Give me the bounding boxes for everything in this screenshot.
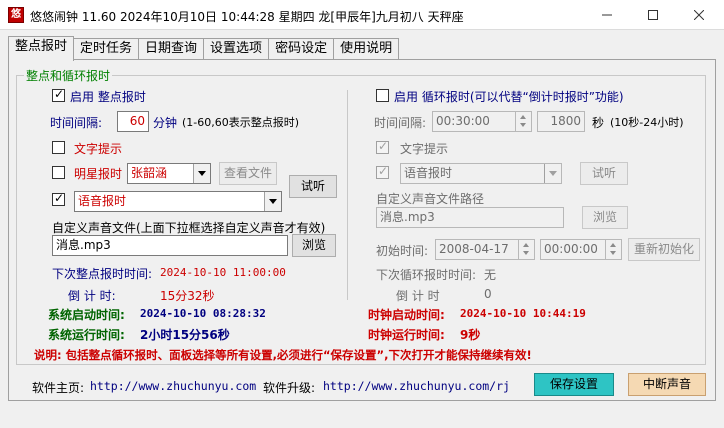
stop-sound-button[interactable]: 中断声音 (628, 373, 706, 396)
spin-arrows-icon[interactable] (605, 240, 621, 259)
star-chime-checkbox[interactable] (52, 166, 65, 179)
voice-select[interactable]: 语音报时 (74, 191, 282, 212)
interval-minutes-input[interactable]: 60 (117, 111, 149, 132)
enable-hourly-checkbox[interactable]: ✓ (52, 87, 65, 102)
chevron-down-icon[interactable] (193, 164, 210, 183)
star-select[interactable]: 张韶涵 (127, 163, 211, 184)
loop-voice-select-value: 语音报时 (404, 166, 453, 180)
star-chime-label: 明星报时 (74, 167, 123, 181)
loop-try-listen-button[interactable]: 试听 (580, 162, 628, 185)
interval-hint: (1-60,60表示整点报时) (182, 116, 300, 129)
star-select-value: 张韶涵 (131, 166, 168, 180)
home-page-link[interactable]: http://www.zhuchunyu.com (90, 379, 256, 393)
custom-path-input[interactable]: 消息.mp3 (376, 207, 564, 228)
text-tip-checkbox[interactable] (52, 141, 65, 154)
loop-browse-button[interactable]: 浏览 (582, 206, 628, 229)
checkmark-icon: ✓ (54, 87, 65, 101)
seconds-unit: 秒 (592, 116, 605, 130)
tab-date-query[interactable]: 日期查询 (138, 38, 205, 60)
tab-settings[interactable]: 设置选项 (203, 38, 270, 60)
title-bar: 悠 悠悠闹钟 11.60 2024年10月10日 10:44:28 星期四 龙[… (0, 0, 724, 30)
clock-run-label: 时钟运行时间: (368, 328, 445, 342)
tab-hourly-chime[interactable]: 整点报时 (8, 36, 75, 61)
init-date-value: 2008-04-17 (439, 242, 509, 256)
loop-voice-select[interactable]: 语音报时 (400, 163, 562, 184)
loop-countdown-value: 0 (484, 287, 492, 301)
loop-interval-time-input[interactable]: 00:30:00 (432, 111, 532, 132)
save-note: 说明: 包括整点循环报时、面板选择等所有设置,必须进行“保存设置”,下次打开才能… (34, 348, 532, 362)
enable-loop-label: 启用 循环报时(可以代替“倒计时报时”功能) (394, 90, 624, 104)
next-loop-value: 无 (484, 268, 497, 282)
system-start-value: 2024-10-10 08:28:32 (140, 307, 266, 320)
maximize-icon (648, 10, 658, 20)
save-settings-button[interactable]: 保存设置 (534, 373, 614, 396)
next-loop-label: 下次循环报时时间: (376, 268, 477, 282)
system-start-label: 系统启动时间: (48, 308, 125, 322)
interval-unit: 分钟 (153, 116, 178, 130)
window-title: 悠悠闹钟 11.60 2024年10月10日 10:44:28 星期四 龙[甲辰… (30, 10, 464, 24)
next-hourly-value: 2024-10-10 11:00:00 (160, 266, 286, 279)
loop-interval-label: 时间间隔: (374, 116, 427, 130)
loop-interval-time-value: 00:30:00 (436, 114, 490, 128)
tab-instructions[interactable]: 使用说明 (333, 38, 400, 60)
custom-file-input[interactable]: 消息.mp3 (52, 235, 288, 256)
enable-hourly-label: 启用 整点报时 (70, 90, 146, 104)
init-time-label: 初始时间: (376, 244, 429, 258)
custom-path-label: 自定义声音文件路径 (376, 192, 485, 206)
init-time-value: 00:00:00 (544, 242, 598, 256)
tab-strip: 整点报时 定时任务 日期查询 设置选项 密码设定 使用说明 (8, 36, 400, 61)
tab-password[interactable]: 密码设定 (268, 38, 335, 60)
countdown-label: 倒 计 时: (68, 289, 116, 303)
browse-button[interactable]: 浏览 (292, 234, 336, 257)
loop-voice-checkbox[interactable]: ✓ (376, 164, 389, 179)
spin-arrows-icon[interactable] (518, 240, 534, 259)
home-page-label: 软件主页: (32, 381, 85, 395)
voice-select-value: 语音报时 (78, 194, 127, 208)
app-clock-icon: 悠 (8, 7, 24, 23)
maximize-button[interactable] (630, 0, 676, 30)
loop-countdown-label: 倒 计 时 (396, 289, 440, 303)
group-title: 整点和循环报时 (24, 67, 113, 84)
next-hourly-label: 下次整点报时时间: (52, 267, 153, 281)
view-file-button[interactable]: 查看文件 (219, 162, 277, 185)
interval-label: 时间间隔: (50, 116, 103, 130)
custom-file-label: 自定义声音文件(上面下拉框选择自定义声音才有效) (52, 221, 326, 235)
close-button[interactable] (676, 0, 722, 30)
loop-text-tip-checkbox[interactable]: ✓ (376, 139, 389, 154)
tab-scheduled-tasks[interactable]: 定时任务 (73, 38, 140, 60)
enable-loop-checkbox[interactable] (376, 89, 389, 102)
clock-run-value: 9秒 (460, 328, 481, 342)
checkmark-icon: ✓ (378, 164, 389, 178)
minimize-icon (602, 14, 612, 16)
reinitialize-button[interactable]: 重新初始化 (628, 238, 700, 261)
column-divider (347, 90, 348, 300)
checkmark-icon: ✓ (378, 139, 389, 153)
loop-interval-seconds-input[interactable]: 1800 (537, 111, 585, 132)
countdown-value: 15分32秒 (160, 289, 215, 303)
upgrade-label: 软件升级: (263, 381, 316, 395)
clock-start-label: 时钟启动时间: (368, 308, 445, 322)
text-tip-label: 文字提示 (74, 142, 123, 156)
init-date-input[interactable]: 2008-04-17 (435, 239, 535, 260)
clock-start-value: 2024-10-10 10:44:19 (460, 307, 586, 320)
spin-arrows-icon[interactable] (515, 112, 531, 131)
chevron-down-icon[interactable] (264, 192, 281, 211)
system-run-value: 2小时15分56秒 (140, 328, 230, 342)
init-time-input[interactable]: 00:00:00 (540, 239, 622, 260)
chevron-down-icon[interactable] (544, 164, 561, 183)
system-run-label: 系统运行时间: (48, 328, 125, 342)
voice-chime-checkbox[interactable]: ✓ (52, 191, 65, 206)
seconds-hint: (10秒-24小时) (610, 116, 684, 129)
try-listen-button[interactable]: 试听 (289, 175, 337, 198)
minimize-button[interactable] (584, 0, 630, 30)
upgrade-link[interactable]: http://www.zhuchunyu.com/rj (323, 379, 510, 393)
checkmark-icon: ✓ (54, 191, 65, 205)
loop-text-tip-label: 文字提示 (400, 142, 449, 156)
close-icon (694, 10, 704, 20)
